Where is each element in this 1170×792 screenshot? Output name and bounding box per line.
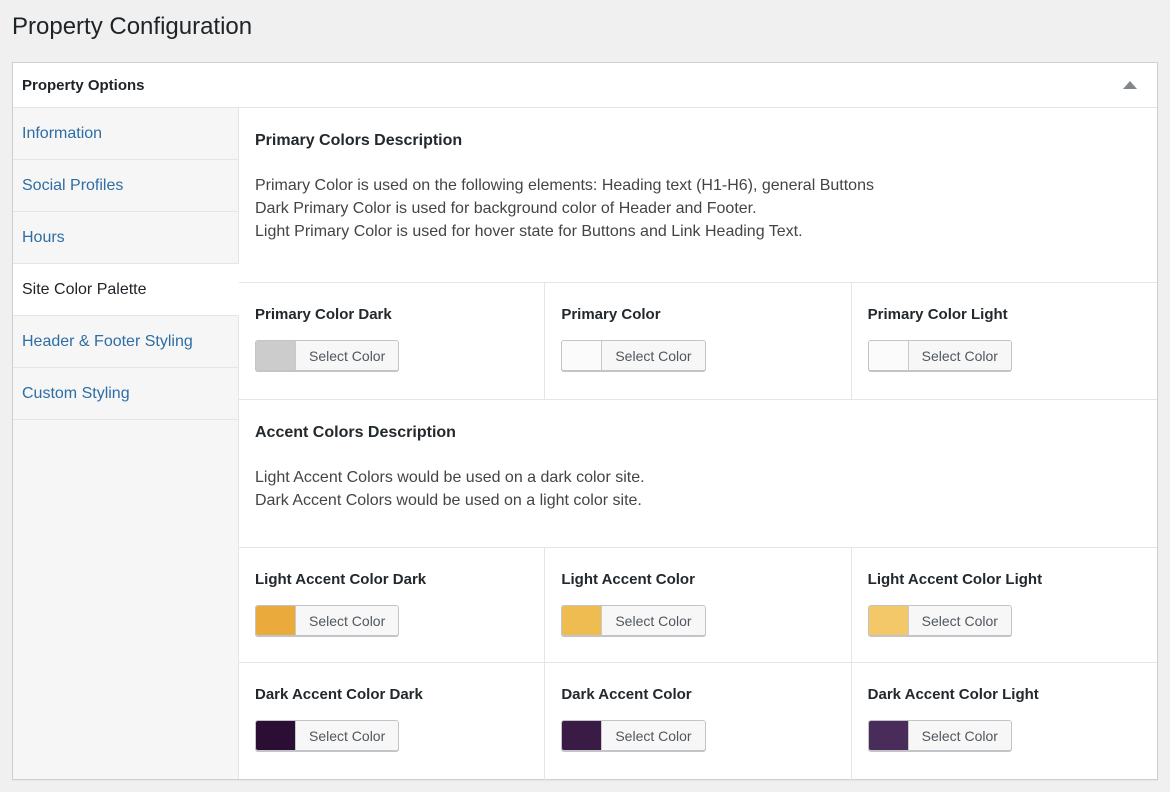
color-swatch [562,606,602,635]
field-dark-accent-color: Dark Accent Color Select Color [545,663,851,780]
sidebar-item-social-profiles[interactable]: Social Profiles [13,160,239,212]
field-label: Dark Accent Color [561,686,834,703]
admin-page: Property Configuration Property Options … [0,0,1170,780]
panel-title: Property Options [22,77,145,94]
description-line: Dark Primary Color is used for backgroun… [255,197,1141,220]
select-color-label: Select Color [909,721,1011,750]
primary-colors-description-section: Primary Colors Description Primary Color… [239,108,1157,283]
property-options-panel: Property Options Information Social Prof… [12,62,1158,780]
sidebar-item-hours[interactable]: Hours [13,212,239,264]
tab-label: Hours [22,229,65,247]
field-light-accent-color-light: Light Accent Color Light Select Color [852,548,1157,662]
color-swatch [256,721,296,750]
select-color-label: Select Color [602,341,704,370]
select-color-button[interactable]: Select Color [561,340,705,371]
select-color-label: Select Color [909,341,1011,370]
tab-label: Header & Footer Styling [22,333,193,351]
tab-label: Information [22,125,102,143]
primary-color-fields-row: Primary Color Dark Select Color Primary … [239,283,1157,400]
panel-body: Information Social Profiles Hours Site C… [13,108,1157,779]
accent-colors-description-section: Accent Colors Description Light Accent C… [239,400,1157,548]
sidebar-filler [13,420,239,779]
color-swatch [256,606,296,635]
color-swatch [562,721,602,750]
select-color-button[interactable]: Select Color [868,340,1012,371]
field-light-accent-color-dark: Light Accent Color Dark Select Color [239,548,545,662]
color-swatch [869,606,909,635]
field-label: Dark Accent Color Dark [255,686,528,703]
field-dark-accent-color-light: Dark Accent Color Light Select Color [852,663,1157,780]
field-label: Primary Color Light [868,306,1141,323]
description-line: Light Accent Colors would be used on a d… [255,466,1141,489]
select-color-label: Select Color [602,606,704,635]
select-color-label: Select Color [296,606,398,635]
settings-tab-list: Information Social Profiles Hours Site C… [13,108,239,779]
color-swatch [869,721,909,750]
field-light-accent-color: Light Accent Color Select Color [545,548,851,662]
field-primary-color: Primary Color Select Color [545,283,851,399]
field-label: Light Accent Color [561,571,834,588]
field-dark-accent-color-dark: Dark Accent Color Dark Select Color [239,663,545,780]
tab-label: Social Profiles [22,177,123,195]
section-heading: Primary Colors Description [255,132,1141,150]
select-color-button[interactable]: Select Color [868,720,1012,751]
collapse-arrow-icon [1123,81,1137,89]
sidebar-item-information[interactable]: Information [13,108,239,160]
sidebar-item-site-color-palette[interactable]: Site Color Palette [13,264,239,316]
description-line: Primary Color is used on the following e… [255,174,1141,197]
section-heading: Accent Colors Description [255,424,1141,442]
color-swatch [562,341,602,370]
color-swatch [869,341,909,370]
field-label: Light Accent Color Dark [255,571,528,588]
field-primary-color-light: Primary Color Light Select Color [852,283,1157,399]
sidebar-item-custom-styling[interactable]: Custom Styling [13,368,239,420]
field-primary-color-dark: Primary Color Dark Select Color [239,283,545,399]
sidebar-item-header-footer-styling[interactable]: Header & Footer Styling [13,316,239,368]
select-color-button[interactable]: Select Color [561,720,705,751]
select-color-label: Select Color [296,721,398,750]
select-color-button[interactable]: Select Color [561,605,705,636]
panel-header: Property Options [13,63,1157,108]
field-label: Primary Color Dark [255,306,528,323]
field-label: Primary Color [561,306,834,323]
color-swatch [256,341,296,370]
select-color-button[interactable]: Select Color [255,720,399,751]
field-label: Light Accent Color Light [868,571,1141,588]
field-label: Dark Accent Color Light [868,686,1141,703]
tab-panel-site-color-palette: Primary Colors Description Primary Color… [239,108,1157,779]
select-color-button[interactable]: Select Color [255,605,399,636]
page-title: Property Configuration [12,0,1158,41]
select-color-label: Select Color [602,721,704,750]
light-accent-fields-row: Light Accent Color Dark Select Color Lig… [239,548,1157,663]
select-color-button[interactable]: Select Color [868,605,1012,636]
description-line: Dark Accent Colors would be used on a li… [255,489,1141,512]
select-color-label: Select Color [296,341,398,370]
collapse-toggle-button[interactable] [1115,73,1145,97]
description-line: Light Primary Color is used for hover st… [255,220,1141,243]
tab-label: Site Color Palette [22,281,147,299]
dark-accent-fields-row: Dark Accent Color Dark Select Color Dark… [239,663,1157,780]
select-color-button[interactable]: Select Color [255,340,399,371]
select-color-label: Select Color [909,606,1011,635]
tab-label: Custom Styling [22,385,130,403]
